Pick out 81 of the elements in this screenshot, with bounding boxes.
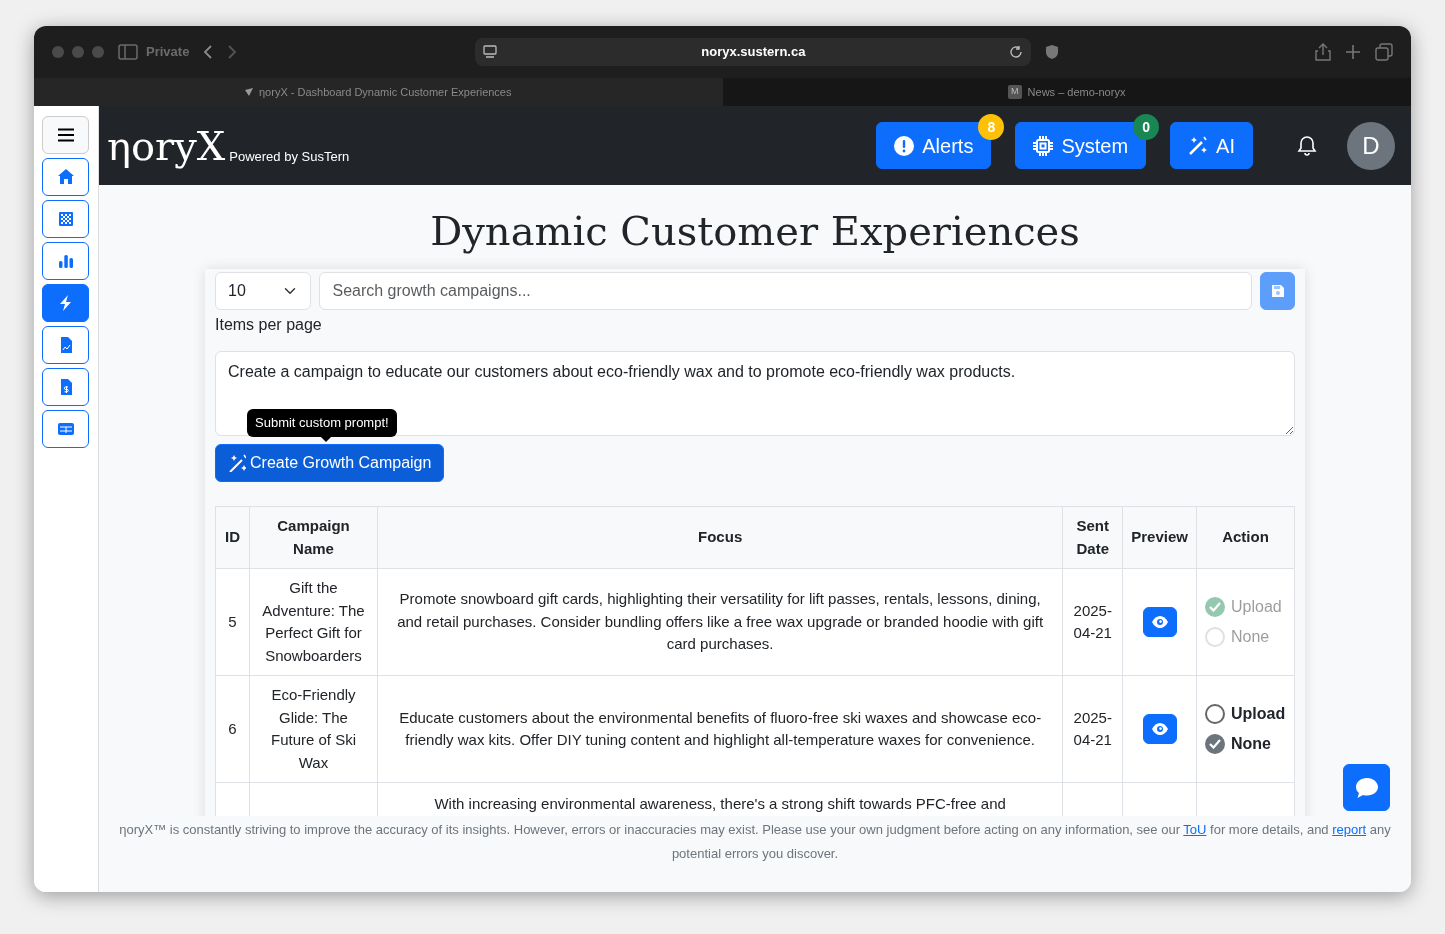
table-icon bbox=[56, 420, 75, 438]
preview-button[interactable] bbox=[1142, 607, 1177, 637]
save-icon bbox=[1270, 284, 1285, 298]
sidebar-icon[interactable] bbox=[118, 44, 138, 60]
column-header: Action bbox=[1196, 506, 1295, 569]
column-header: Focus bbox=[377, 506, 1063, 569]
favicon bbox=[245, 88, 253, 96]
table-cell: Eco-Friendly Glide: The Future of Ski Wax bbox=[270, 686, 356, 771]
sidebar-button[interactable] bbox=[42, 368, 89, 406]
radio-label: Upload bbox=[1231, 597, 1282, 617]
tab-title: ηoryX - Dashboard Dynamic Customer Experiences bbox=[259, 84, 512, 100]
create-campaign-button[interactable]: Create Growth Campaign bbox=[215, 444, 445, 482]
column-header: Sent Date bbox=[1062, 506, 1123, 569]
magic-wand-icon bbox=[228, 454, 246, 472]
disclaimer-text: ηoryX™ is constantly striving to improve the accuracy of its insights. However, errors or inaccuracies may exist. Please use your own judgment before acting on any information, see our ToU for more details, and report any potential errors you discover. bbox=[118, 821, 1392, 863]
radio-button[interactable] bbox=[1205, 704, 1225, 724]
menu-button[interactable] bbox=[42, 116, 89, 154]
radio-label: None bbox=[1231, 734, 1271, 754]
address-bar[interactable]: noryx.sustern.ca bbox=[475, 38, 1032, 66]
share-icon[interactable] bbox=[1315, 43, 1331, 61]
check-icon bbox=[1209, 739, 1221, 749]
radio-label: None bbox=[1231, 627, 1270, 647]
sidebar-button[interactable] bbox=[42, 284, 89, 322]
sidebar-button[interactable] bbox=[42, 200, 89, 238]
column-header: Campaign Name bbox=[249, 506, 378, 569]
browser-tab[interactable]: ηoryX - Dashboard Dynamic Customer Experiences bbox=[34, 78, 723, 106]
sidebar-button[interactable] bbox=[42, 242, 89, 280]
table-cell: 2025-04-21 bbox=[1073, 708, 1112, 748]
table-cell: 6 bbox=[228, 719, 237, 737]
footer-link[interactable]: ToU bbox=[1183, 822, 1207, 837]
check-icon bbox=[1209, 602, 1221, 612]
alert-icon bbox=[894, 135, 915, 156]
column-header: ID bbox=[215, 506, 250, 569]
url-text: noryx.sustern.ca bbox=[700, 43, 807, 62]
tagline: Powered by SusTern bbox=[229, 147, 350, 166]
tooltip: Submit custom prompt! bbox=[247, 409, 397, 437]
plus-icon[interactable] bbox=[1345, 44, 1361, 60]
page-title: Dynamic Customer Experiences bbox=[429, 207, 1081, 255]
sidebar-button[interactable] bbox=[42, 326, 89, 364]
radio-button[interactable] bbox=[1205, 734, 1225, 754]
bell-icon[interactable] bbox=[1297, 134, 1317, 157]
count-badge: 0 bbox=[1133, 114, 1160, 140]
sidebar-button[interactable] bbox=[42, 158, 89, 196]
page-size-label: Items per page bbox=[215, 315, 322, 335]
table-cell: With increasing environmental awareness, there's a strong shift towards PFC-free and bbox=[434, 795, 1006, 812]
speech-bubble-icon bbox=[1354, 776, 1379, 799]
table-cell: 2025-04-21 bbox=[1073, 601, 1112, 641]
table-cell: Gift the Adventure: The Perfect Gift for Snowboarders bbox=[262, 579, 365, 664]
chip-icon bbox=[1033, 135, 1054, 156]
tooltip-pointer bbox=[321, 437, 331, 442]
favicon: M bbox=[1008, 85, 1022, 99]
reload-icon[interactable] bbox=[1009, 45, 1024, 59]
menu-icon bbox=[57, 128, 74, 142]
grid-icon bbox=[56, 210, 75, 228]
browser-tab[interactable]: M News – demo-noryx bbox=[722, 78, 1411, 106]
column-header: Preview bbox=[1122, 506, 1197, 569]
avatar[interactable]: D bbox=[1347, 121, 1395, 170]
sidebar-button[interactable] bbox=[42, 410, 89, 448]
forward-icon[interactable] bbox=[227, 44, 238, 60]
table-cell: 5 bbox=[228, 612, 237, 630]
magic-wand-icon bbox=[1188, 135, 1209, 156]
radio-label: Upload bbox=[1231, 704, 1286, 724]
table-cell: Educate customers about the environmental benefits of fluoro-free ski waxes and showcase eco-friendly wax kits. Offer DIY tuning content and highlight all-temperature waxes for convenience. bbox=[399, 708, 1042, 748]
tab-title: News – demo-noryx bbox=[1027, 84, 1126, 100]
window-buttons-icon bbox=[52, 46, 104, 58]
search-field[interactable]: Search growth campaigns... bbox=[319, 272, 1253, 310]
home-icon bbox=[56, 168, 75, 186]
header-button[interactable]: AI bbox=[1170, 122, 1253, 169]
bar-chart-icon bbox=[56, 252, 75, 270]
table-cell: Promote snowboard gift cards, highlighting their versatility for lift passes, rentals, lessons, dining, and retail purchases. Consider bundling offers like a free wax upgrade or branded hoodie with gift card purchases. bbox=[397, 590, 1044, 653]
page-size-select[interactable]: 10 bbox=[215, 272, 312, 310]
preview-button[interactable] bbox=[1142, 714, 1177, 744]
tabs-icon[interactable] bbox=[1375, 43, 1393, 61]
footer-link[interactable]: report bbox=[1332, 822, 1367, 837]
back-icon[interactable] bbox=[203, 44, 214, 60]
eye-icon bbox=[1151, 616, 1168, 628]
chat-button[interactable] bbox=[1343, 764, 1390, 811]
shield-icon[interactable] bbox=[1045, 44, 1060, 60]
eye-icon bbox=[1151, 723, 1168, 735]
private-label: Private bbox=[146, 43, 190, 62]
count-badge: 8 bbox=[978, 114, 1005, 140]
